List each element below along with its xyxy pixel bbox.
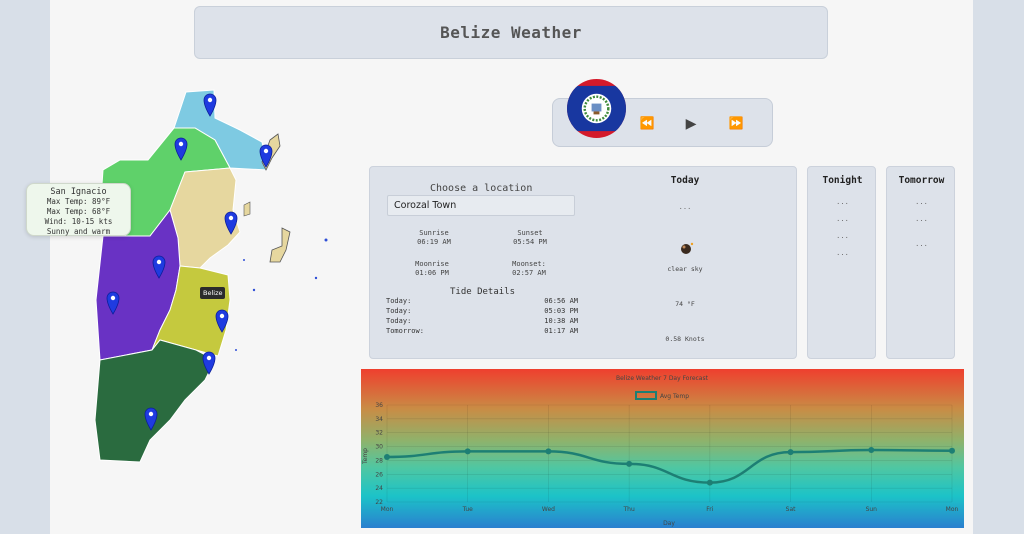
cay-small-1: [243, 201, 251, 217]
tonight-panel: Tonight ... ... ... ...: [807, 166, 876, 359]
belize-flag-icon: [567, 79, 626, 138]
sunrise-block: Sunrise 06:19 AM: [410, 229, 458, 247]
tide-row: Today: 10:38 AM: [386, 317, 578, 325]
forecast-chart: Belize Weather 7 Day Forecast Avg Temp 2…: [361, 369, 964, 528]
data-point[interactable]: [949, 447, 955, 454]
y-tick-label: 34: [375, 416, 383, 423]
x-tick-label: Sat: [786, 506, 796, 513]
tomorrow-panel: Tomorrow ... ... ...: [886, 166, 955, 359]
play-button[interactable]: ▶: [677, 109, 705, 137]
tomorrow-title: Tomorrow: [898, 175, 945, 186]
tide-row: Today: 06:56 AM: [386, 297, 578, 305]
x-tick-label: Mon: [381, 506, 394, 513]
chart-grid: [386, 404, 953, 503]
tooltip-description: Sunny and warm: [46, 227, 111, 236]
tooltip-title: San Ignacio: [50, 187, 107, 197]
x-axis-label: Day: [663, 520, 675, 527]
sunset-label: Sunset: [517, 229, 543, 237]
y-tick-label: 26: [375, 471, 383, 478]
y-tick-label: 28: [375, 457, 383, 464]
tooltip-min-temp: Max Temp: 68°F: [46, 207, 111, 216]
y-tick-label: 30: [375, 444, 383, 451]
rewind-button[interactable]: ⏪: [636, 112, 658, 134]
rewind-icon: ⏪: [639, 116, 655, 130]
district-toledo[interactable]: [94, 339, 216, 463]
moonrise-label: Moonrise: [415, 260, 449, 268]
moonrise-time: 01:06 PM: [415, 269, 449, 277]
tomorrow-lines: ... ... ...: [915, 198, 928, 248]
data-point[interactable]: [787, 449, 794, 456]
map-hover-label: Belize: [200, 287, 226, 299]
x-tick-label: Sun: [866, 506, 878, 513]
x-tick-label: Tue: [462, 506, 474, 513]
sunrise-label: Sunrise: [419, 229, 449, 237]
legend-swatch[interactable]: [635, 391, 657, 400]
cay-dot-5: [243, 259, 245, 261]
x-tick-label: Wed: [542, 506, 555, 513]
series-points[interactable]: [384, 447, 955, 486]
data-point[interactable]: [545, 448, 552, 455]
location-prompt: Choose a location: [430, 183, 533, 194]
y-axis-label: Temp: [362, 448, 369, 465]
location-info-panel: Choose a location Sunrise 06:19 AM Sunse…: [369, 166, 797, 359]
today-wind: 0.58 Knots: [665, 335, 705, 343]
today-condition: clear sky: [667, 265, 703, 273]
x-tick-label: Mon: [946, 506, 959, 513]
tide-row: Tomorrow: 01:17 AM: [386, 327, 578, 335]
data-point[interactable]: [868, 447, 875, 454]
today-title: Today: [670, 175, 700, 186]
y-tick-label: 36: [375, 402, 383, 409]
sunset-time: 05:54 PM: [513, 238, 547, 246]
tonight-lines: ... ... ... ...: [836, 198, 849, 257]
legend-label: Avg Temp: [660, 393, 689, 400]
forward-icon: ⏩: [728, 116, 744, 130]
tonight-title: Tonight: [822, 175, 863, 186]
cay-dot-4: [235, 349, 237, 351]
tide-table: Today: 06:56 AM Today: 05:03 PM Today: 10:3…: [386, 297, 578, 337]
forward-button[interactable]: ⏩: [725, 112, 747, 134]
data-point[interactable]: [626, 460, 633, 467]
moonset-block: Moonset: 02:57 AM: [503, 260, 555, 278]
weather-condition-icon: [681, 242, 694, 254]
today-summary: ...: [678, 203, 692, 211]
tide-row: Today: 05:03 PM: [386, 307, 578, 315]
x-axis: Mon Tue Wed Thu Fri Sat Sun Mon: [381, 506, 959, 513]
y-tick-label: 24: [375, 485, 383, 492]
y-tick-label: 22: [375, 499, 383, 506]
chart-title: Belize Weather 7 Day Forecast: [616, 375, 709, 382]
x-tick-label: Fri: [706, 506, 713, 513]
moonrise-block: Moonrise 01:06 PM: [407, 260, 457, 278]
tooltip-max-temp: Max Temp: 89°F: [46, 197, 111, 206]
cay-dot-2: [314, 276, 318, 280]
y-axis: 22 24 26 28 30 32 34 36: [375, 402, 383, 506]
x-tick-label: Thu: [623, 506, 635, 513]
data-point[interactable]: [706, 479, 713, 486]
series-line: [386, 448, 953, 484]
cay-turneffe: [269, 227, 291, 263]
tide-title: Tide Details: [450, 287, 516, 297]
moonset-time: 02:57 AM: [512, 269, 546, 277]
data-point[interactable]: [384, 453, 390, 460]
forecast-chart-svg: Belize Weather 7 Day Forecast Avg Temp 2…: [362, 375, 959, 527]
y-tick-label: 32: [375, 430, 383, 437]
page-title: Belize Weather: [440, 23, 582, 42]
map-tooltip: San Ignacio Max Temp: 89°F Max Temp: 68°…: [26, 183, 131, 236]
tooltip-wind: Wind: 10-15 kts: [44, 217, 113, 226]
data-point[interactable]: [464, 448, 471, 455]
play-icon: ▶: [685, 112, 697, 134]
today-temp: 74 °F: [675, 300, 695, 308]
cay-dot-1: [324, 238, 328, 242]
moonset-label: Moonset:: [512, 260, 546, 268]
belize-map[interactable]: [0, 0, 340, 480]
location-input[interactable]: [387, 195, 575, 216]
sunset-block: Sunset 05:54 PM: [506, 229, 554, 247]
cay-dot-3: [252, 288, 256, 292]
sunrise-time: 06:19 AM: [417, 238, 451, 246]
